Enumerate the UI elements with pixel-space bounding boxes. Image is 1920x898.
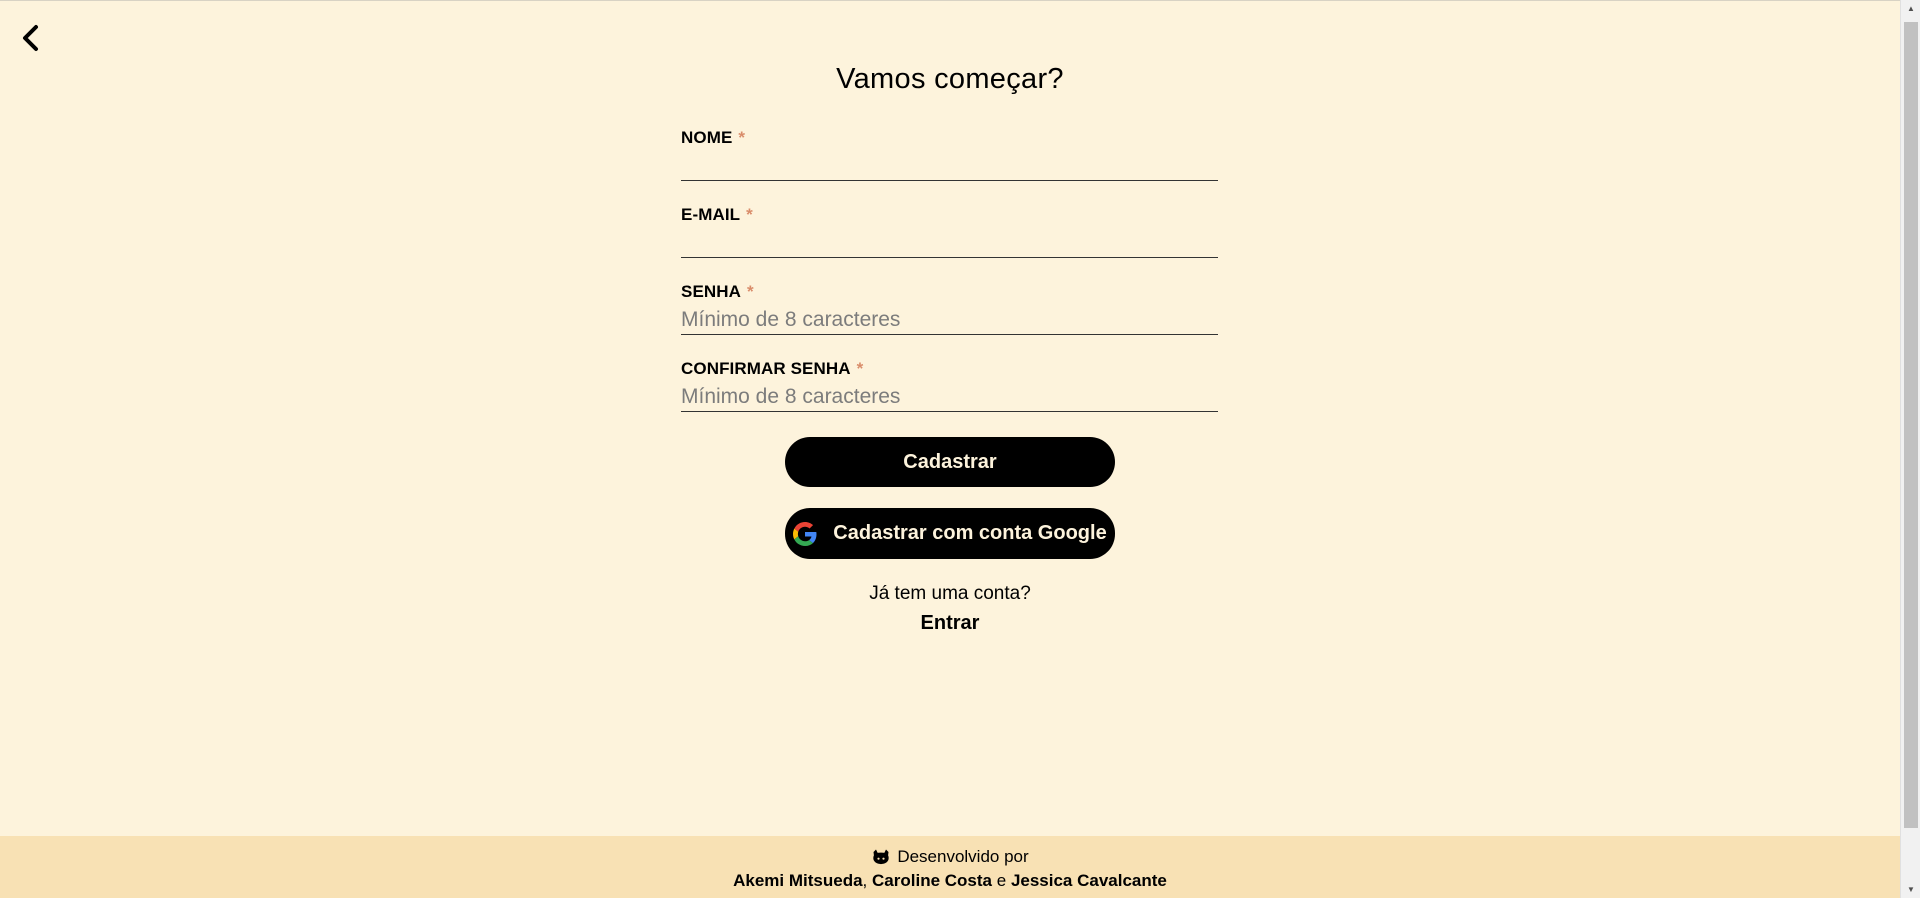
email-label: E-MAIL * [681, 205, 753, 224]
name-label: NOME * [681, 128, 746, 147]
register-button[interactable]: Cadastrar [785, 437, 1115, 487]
google-register-label: Cadastrar com conta Google [833, 522, 1107, 544]
name-field-group: NOME * [681, 125, 1218, 202]
google-icon [793, 521, 817, 546]
password-input[interactable] [681, 305, 1218, 335]
login-link[interactable]: Entrar [0, 612, 1900, 635]
github-icon [873, 849, 889, 865]
have-account-text: Já tem uma conta? [869, 583, 1031, 604]
scroll-down-arrow-icon[interactable]: ▼ [1901, 881, 1920, 898]
confirm-password-field-group: CONFIRMAR SENHA * [681, 356, 1218, 433]
signup-page: Vamos começar? NOME * E-MAIL * SENHA * CONF… [0, 0, 1900, 898]
signup-form: NOME * E-MAIL * SENHA * CONFIRMAR SENHA * [681, 125, 1218, 433]
name-input[interactable] [681, 151, 1218, 181]
footer: Desenvolvido por Akemi Mitsueda, Carolin… [0, 836, 1900, 898]
required-mark: * [738, 128, 746, 147]
footer-developed-by: Desenvolvido por [0, 847, 1900, 867]
email-input[interactable] [681, 228, 1218, 258]
author-name: Jessica Cavalcante [1010, 871, 1167, 890]
password-field-group: SENHA * [681, 279, 1218, 356]
confirm-password-input[interactable] [681, 382, 1218, 412]
back-button[interactable] [18, 23, 44, 53]
scroll-up-arrow-icon[interactable]: ▲ [1901, 0, 1920, 17]
vertical-scrollbar[interactable]: ▲ ▼ [1900, 0, 1920, 898]
confirm-password-label: CONFIRMAR SENHA * [681, 359, 864, 378]
required-mark: * [856, 359, 864, 378]
chevron-left-icon [23, 25, 38, 51]
required-mark: * [747, 282, 754, 301]
author-name: Akemi Mitsueda [733, 871, 863, 890]
email-field-group: E-MAIL * [681, 202, 1218, 279]
page-title: Vamos começar? [836, 63, 1064, 95]
scrollbar-thumb[interactable] [1904, 22, 1918, 828]
password-label: SENHA * [681, 282, 754, 301]
author-name: Caroline Costa [872, 871, 992, 890]
footer-authors: Akemi Mitsueda, Caroline Costa e Jessica… [733, 871, 1167, 890]
required-mark: * [746, 205, 753, 224]
google-register-button[interactable]: Cadastrar com conta Google [785, 508, 1115, 559]
